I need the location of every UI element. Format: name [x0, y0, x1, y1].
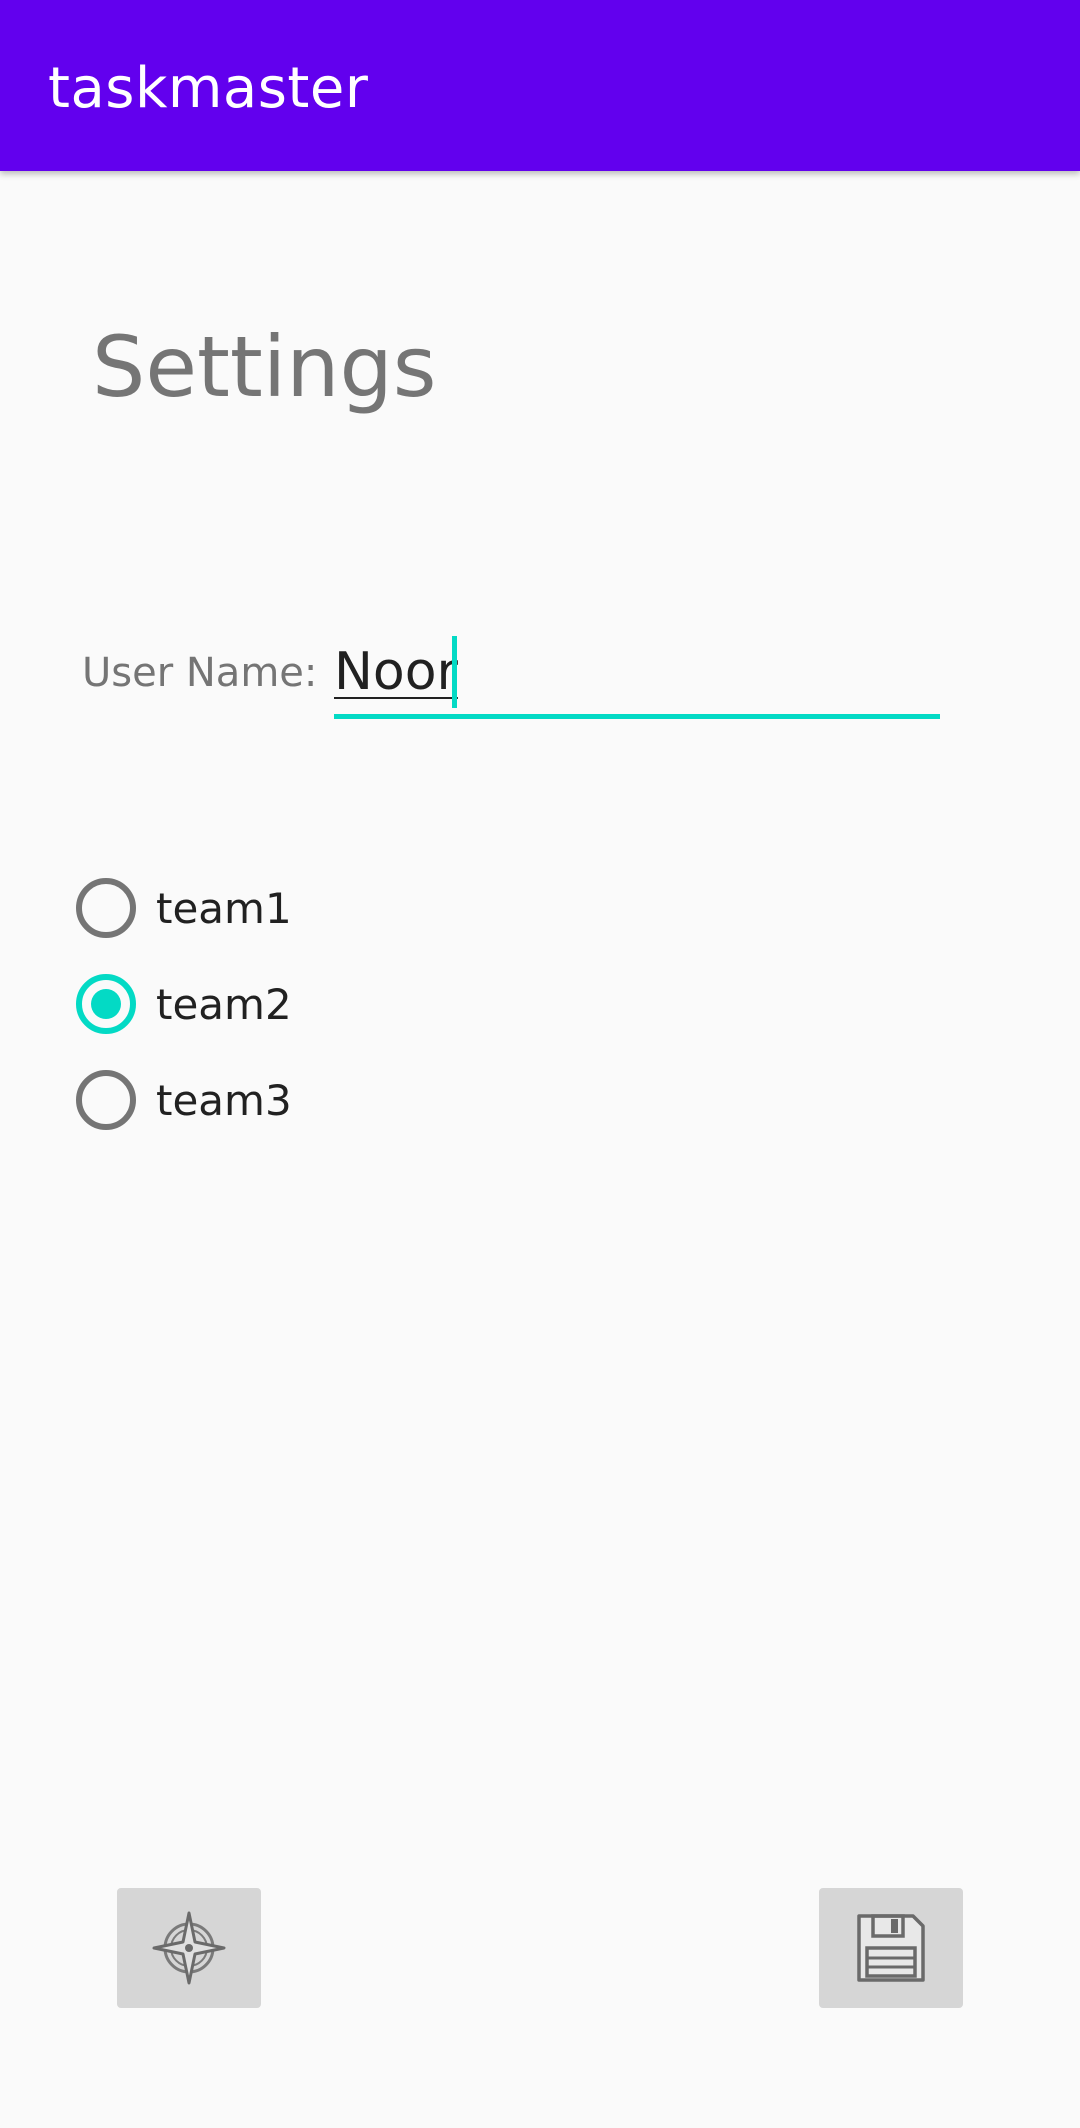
username-input[interactable]: [334, 630, 940, 714]
username-label: User Name:: [82, 650, 318, 696]
app-title: taskmaster: [48, 56, 369, 121]
radio-button-team1[interactable]: [76, 878, 136, 938]
app-bar: taskmaster: [0, 0, 1080, 171]
text-cursor: [452, 636, 457, 708]
radio-label-team2: team2: [156, 979, 292, 1029]
radio-option-team2[interactable]: team2: [76, 956, 396, 1052]
page-title: Settings: [92, 318, 437, 416]
radio-option-team1[interactable]: team1: [76, 860, 396, 956]
username-underline: [334, 714, 940, 719]
radio-label-team1: team1: [156, 883, 292, 933]
username-field-container: [334, 630, 940, 720]
save-icon: [857, 1914, 925, 1982]
radio-button-team3[interactable]: [76, 1070, 136, 1130]
team-radio-group: team1 team2 team3: [76, 860, 396, 1148]
radio-button-team2[interactable]: [76, 974, 136, 1034]
radio-option-team3[interactable]: team3: [76, 1052, 396, 1148]
save-button[interactable]: [819, 1888, 963, 2008]
radio-label-team3: team3: [156, 1075, 292, 1125]
compass-icon: [152, 1911, 226, 1985]
compass-button[interactable]: [117, 1888, 261, 2008]
settings-screen: taskmaster Settings User Name: team1 tea…: [0, 0, 1080, 2128]
